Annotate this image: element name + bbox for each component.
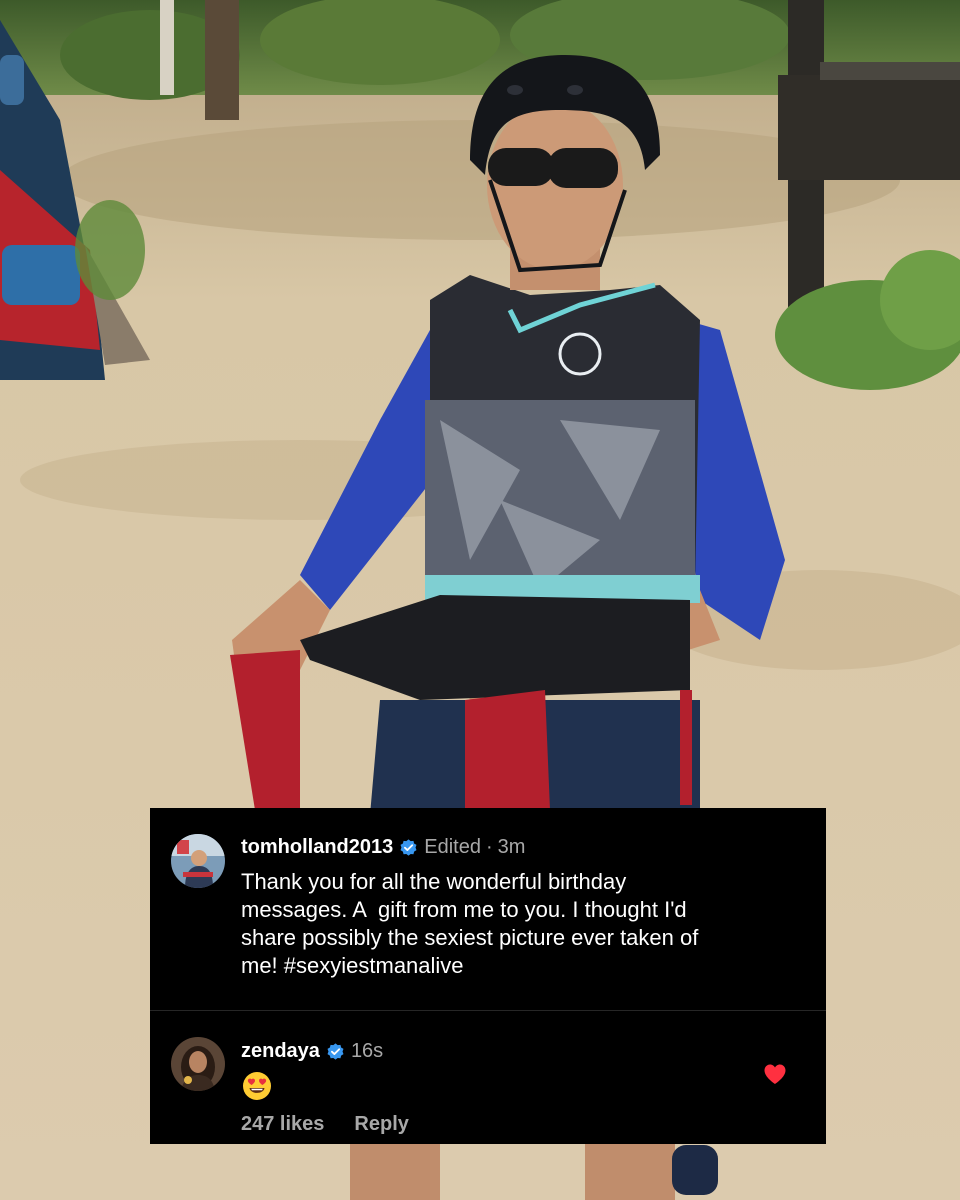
comment-overlay: tomholland2013 Edited · 3m Thank you for…	[150, 808, 826, 1144]
comment-header: zendaya 16s	[241, 1039, 383, 1063]
heart-eyes-emoji-icon	[242, 1071, 272, 1101]
separator-dot: ·	[485, 836, 493, 858]
comment-username[interactable]: zendaya	[241, 1039, 320, 1063]
post-username[interactable]: tomholland2013	[241, 835, 393, 859]
comment-actions: 247 likes Reply	[241, 1112, 409, 1136]
post-caption: tomholland2013 Edited · 3m Thank you for…	[150, 808, 826, 1010]
verified-badge-icon	[399, 838, 418, 857]
comment-timestamp: 16s	[350, 1040, 384, 1062]
post-timestamp: 3m	[497, 836, 526, 858]
avatar-tomholland2013[interactable]	[171, 834, 225, 888]
likes-count[interactable]: 247 likes	[241, 1112, 324, 1136]
avatar-zendaya[interactable]	[171, 1037, 225, 1091]
verified-badge-icon	[326, 1042, 345, 1061]
caption-text: Thank you for all the wonderful birthday…	[241, 869, 699, 978]
edited-label: Edited	[424, 836, 481, 858]
avatar-image	[171, 834, 225, 888]
avatar-image	[171, 1037, 225, 1091]
heart-icon[interactable]	[763, 1063, 787, 1085]
reply-button[interactable]: Reply	[354, 1112, 408, 1136]
comment-zendaya: zendaya 16s 247 likes Reply	[150, 1011, 826, 1144]
post-header: tomholland2013 Edited · 3m	[241, 835, 525, 859]
